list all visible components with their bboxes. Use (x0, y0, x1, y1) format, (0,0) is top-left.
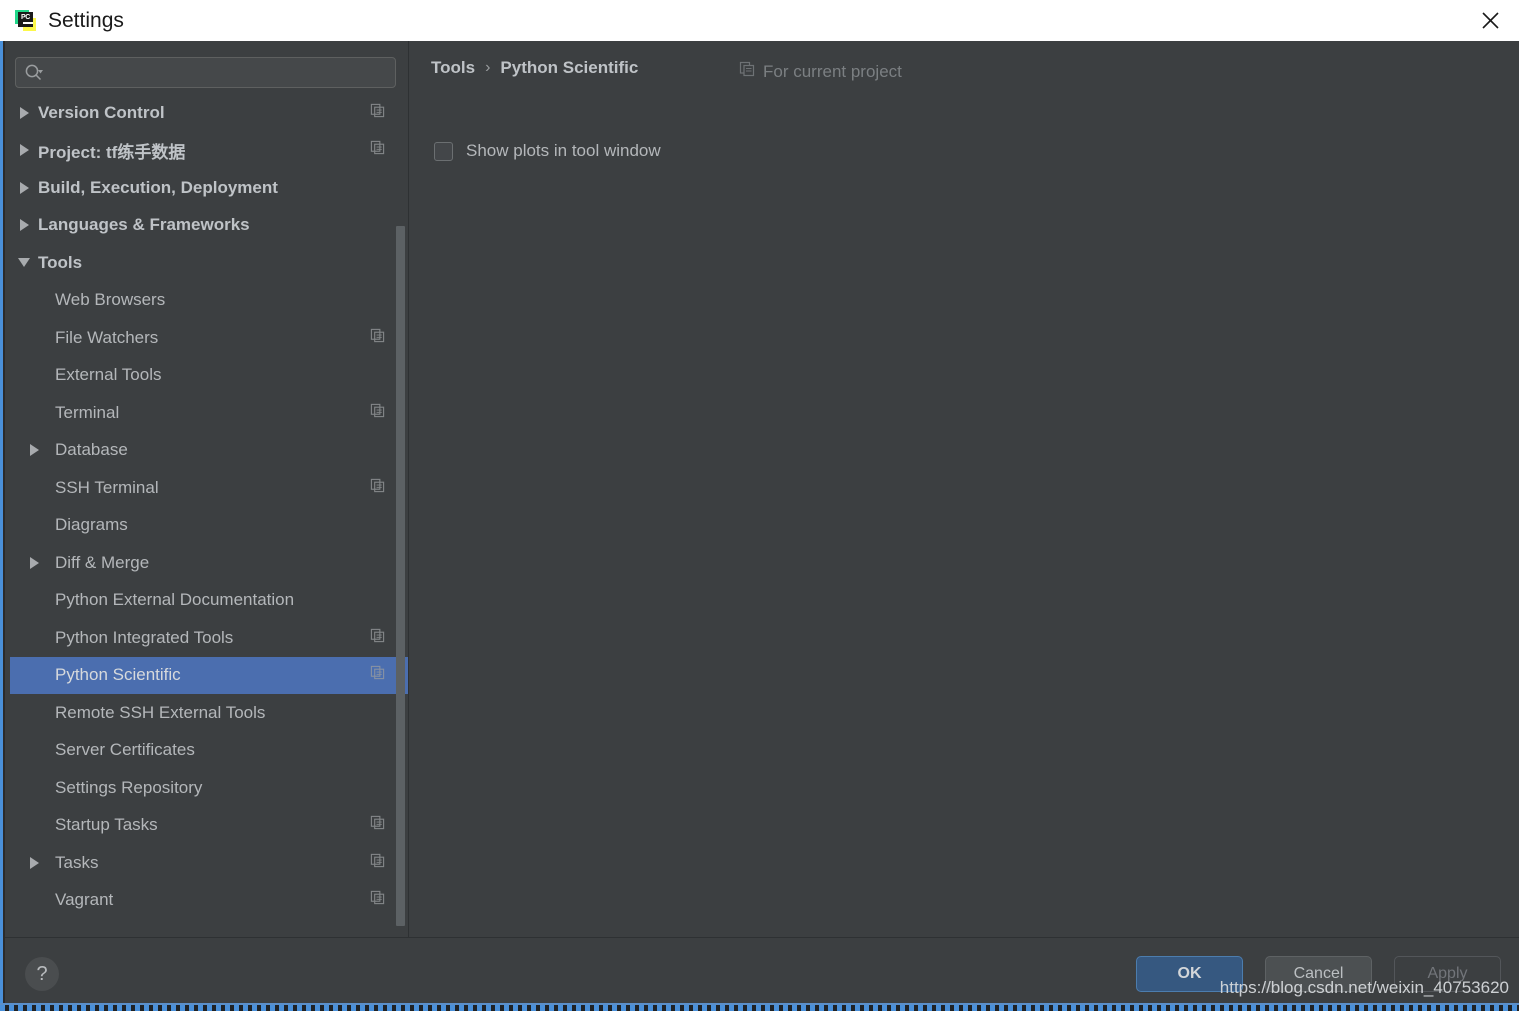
expand-arrow-icon[interactable] (10, 856, 55, 869)
sidebar-item-diff-merge[interactable]: Diff & Merge (10, 544, 408, 582)
sidebar-item-label: Terminal (55, 402, 120, 422)
breadcrumb: Tools › Python Scientific (431, 58, 638, 78)
expand-arrow-icon[interactable] (10, 144, 38, 157)
sidebar-item-label: Database (55, 440, 128, 460)
copy-icon (370, 665, 385, 685)
close-button[interactable] (1461, 0, 1519, 41)
project-scope-text: For current project (763, 61, 902, 81)
copy-icon (370, 628, 385, 648)
copy-icon (370, 853, 385, 873)
sidebar-item-tools[interactable]: Tools (10, 244, 408, 282)
sidebar-item-python-external-documentation[interactable]: Python External Documentation (10, 582, 408, 620)
footer-divider (5, 937, 1519, 938)
sidebar-item-project-tf[interactable]: Project: tf练手数据 (10, 132, 408, 170)
close-icon (1481, 12, 1499, 29)
sidebar-item-label: Diff & Merge (55, 552, 150, 572)
sidebar-item-label: Remote SSH External Tools (55, 702, 266, 722)
settings-tree[interactable]: Version Control Project: tf练手数据 Build, Exe… (10, 94, 408, 927)
content-pane: Tools › Python Scientific For current pr… (409, 41, 1519, 937)
copy-icon (370, 890, 385, 910)
dialog-footer: ? OK Cancel Apply https://blog.csdn.net/… (5, 937, 1519, 1003)
search-field-wrapper (15, 57, 396, 88)
project-scope-label: For current project (739, 61, 902, 82)
sidebar-scrollbar[interactable] (396, 226, 405, 926)
sidebar-item-label: Startup Tasks (55, 815, 158, 835)
sidebar-item-vagrant[interactable]: Vagrant (10, 882, 408, 920)
title-bar: PC Settings (0, 0, 1519, 41)
sidebar-scrollbar-thumb[interactable] (396, 226, 405, 926)
breadcrumb-current: Python Scientific (500, 58, 639, 77)
show-plots-checkbox-row[interactable]: Show plots in tool window (434, 141, 661, 161)
help-button[interactable]: ? (25, 957, 59, 991)
sidebar-item-label: Python Integrated Tools (55, 627, 234, 647)
window-bottom-border (0, 1005, 1519, 1011)
copy-icon (370, 328, 385, 348)
pycharm-logo-icon: PC (15, 10, 36, 31)
copy-icon (370, 815, 385, 835)
sidebar-item-server-certificates[interactable]: Server Certificates (10, 732, 408, 770)
sidebar-item-label: Python External Documentation (55, 590, 295, 610)
sidebar-item-label: Web Browsers (55, 290, 166, 310)
copy-icon (370, 103, 385, 123)
expand-arrow-icon[interactable] (10, 106, 38, 119)
breadcrumb-parent[interactable]: Tools (431, 58, 475, 78)
sidebar-item-label: Project: tf练手数据 (38, 142, 186, 162)
chevron-right-icon: › (485, 59, 491, 76)
sidebar-item-startup-tasks[interactable]: Startup Tasks (10, 807, 408, 845)
sidebar-item-label: Settings Repository (55, 777, 203, 797)
sidebar-item-diagrams[interactable]: Diagrams (10, 507, 408, 545)
copy-icon (370, 403, 385, 423)
expand-arrow-icon[interactable] (10, 181, 38, 194)
sidebar-item-ssh-terminal[interactable]: SSH Terminal (10, 469, 408, 507)
expand-arrow-icon[interactable] (10, 556, 55, 569)
settings-dialog: PC Settings Version ControlProject: tf练 (0, 0, 1519, 1011)
sidebar-item-settings-repository[interactable]: Settings Repository (10, 769, 408, 807)
sidebar-item-label: Server Certificates (55, 740, 195, 760)
sidebar-item-label: External Tools (55, 365, 162, 385)
search-icon (25, 64, 43, 80)
sidebar-item-python-integrated-tools[interactable]: Python Integrated Tools (10, 619, 408, 657)
sidebar-item-label: Vagrant (55, 890, 114, 910)
sidebar-item-label: Tools (38, 252, 83, 272)
window-title: Settings (48, 8, 124, 32)
sidebar-item-version-control[interactable]: Version Control (10, 94, 408, 132)
sidebar-item-terminal[interactable]: Terminal (10, 394, 408, 432)
watermark-text: https://blog.csdn.net/weixin_40753620 (1219, 978, 1509, 997)
copy-icon (370, 478, 385, 498)
copy-icon (370, 140, 385, 160)
show-plots-label: Show plots in tool window (466, 141, 661, 160)
sidebar-item-remote-ssh-external-tools[interactable]: Remote SSH External Tools (10, 694, 408, 732)
sidebar-item-tasks[interactable]: Tasks (10, 844, 408, 882)
collapse-arrow-icon[interactable] (10, 258, 38, 268)
sidebar-item-label: Languages & Frameworks (38, 215, 250, 235)
copy-icon (739, 61, 755, 82)
sidebar-item-file-watchers[interactable]: File Watchers (10, 319, 408, 357)
sidebar-item-database[interactable]: Database (10, 432, 408, 470)
sidebar-item-label: Diagrams (55, 515, 128, 535)
search-box[interactable] (15, 57, 396, 88)
sidebar-item-python-scientific[interactable]: Python Scientific (10, 656, 408, 694)
sidebar-item-label: Version Control (38, 102, 165, 122)
dialog-body: Version Control Project: tf练手数据 Build, Exe… (5, 41, 1519, 937)
show-plots-checkbox[interactable] (434, 141, 453, 161)
expand-arrow-icon[interactable] (10, 219, 38, 232)
sidebar-item-build-execution-deployment[interactable]: Build, Execution, Deployment (10, 169, 408, 207)
sidebar-item-label: File Watchers (55, 327, 159, 347)
sidebar-item-label: SSH Terminal (55, 477, 159, 497)
sidebar-item-label: Build, Execution, Deployment (38, 177, 278, 197)
sidebar-item-label: Python Scientific (55, 665, 181, 685)
expand-arrow-icon[interactable] (10, 444, 55, 457)
sidebar-item-label: Tasks (55, 852, 99, 872)
sidebar-item-web-browsers[interactable]: Web Browsers (10, 282, 408, 320)
sidebar-item-external-tools[interactable]: External Tools (10, 357, 408, 395)
sidebar-item-languages-frameworks[interactable]: Languages & Frameworks (10, 207, 408, 245)
search-input[interactable] (50, 60, 380, 85)
